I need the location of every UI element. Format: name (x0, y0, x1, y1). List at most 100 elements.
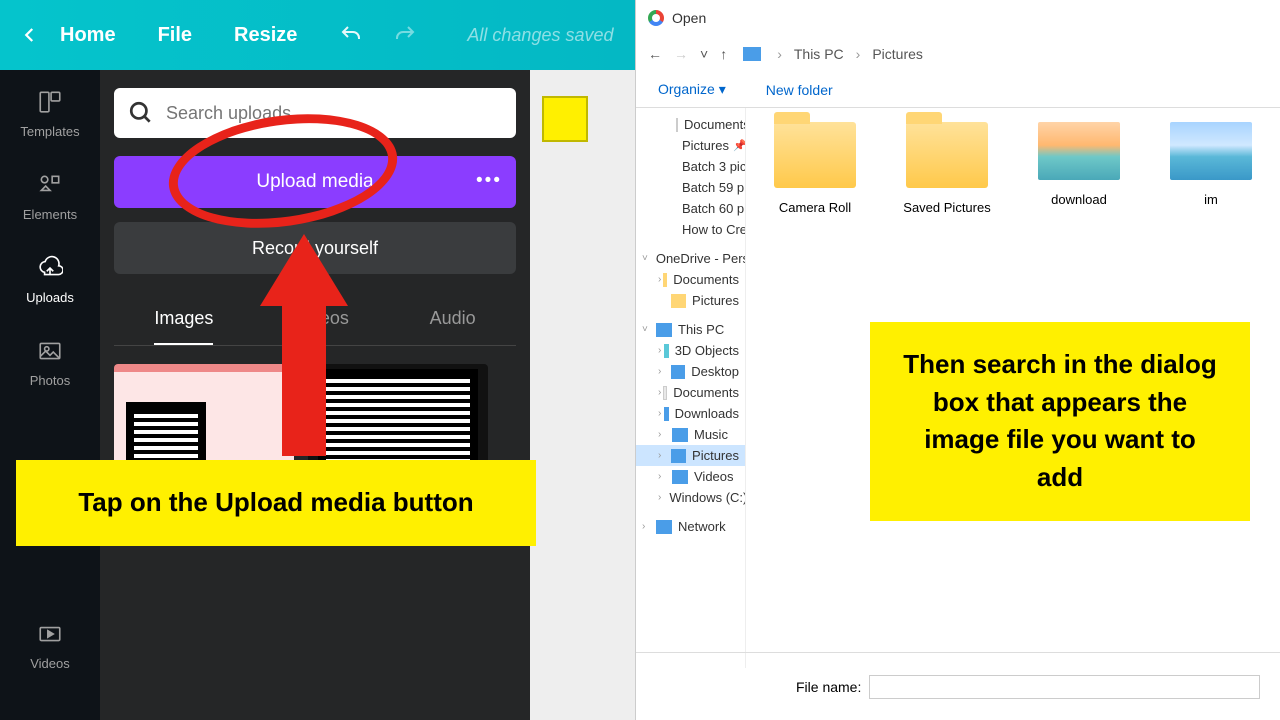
videos-icon (36, 620, 64, 648)
chrome-icon (648, 10, 664, 26)
upload-label: Upload media (256, 171, 373, 193)
rail-templates[interactable]: Templates (20, 88, 79, 139)
pin-icon: 📌 (733, 139, 746, 152)
uploads-icon (36, 254, 64, 282)
tree-batch3[interactable]: Batch 3 pics (636, 156, 745, 177)
chevron-right-icon[interactable]: › (658, 274, 661, 285)
music-icon (672, 428, 688, 442)
image-thumbnail (1038, 122, 1120, 180)
folder-cameraroll[interactable]: Camera Roll (760, 122, 870, 215)
tree-thispc[interactable]: ˅This PC (636, 319, 745, 340)
file-download[interactable]: download (1024, 122, 1134, 207)
rail-photos[interactable]: Photos (30, 337, 70, 388)
tree-batch59[interactable]: Batch 59 pics (636, 177, 745, 198)
file-menu[interactable]: File (158, 24, 192, 47)
resize-menu[interactable]: Resize (234, 24, 297, 47)
tab-images[interactable]: Images (154, 294, 213, 345)
home-link[interactable]: Home (60, 24, 116, 47)
rail-label: Uploads (26, 290, 74, 305)
tree-videos[interactable]: ›Videos (636, 466, 745, 487)
chevron-right-icon[interactable]: › (658, 450, 669, 461)
chevron-down-icon[interactable]: ˅ (642, 324, 654, 335)
folder-icon (671, 294, 686, 308)
tree-howto[interactable]: How to Create a (636, 219, 745, 240)
chevron-right-icon[interactable]: › (658, 408, 662, 419)
new-folder-button[interactable]: New folder (766, 82, 833, 98)
main-area: Templates Elements Uploads Photos Videos (0, 70, 635, 720)
tab-audio[interactable]: Audio (430, 294, 476, 345)
dialog-nav: ← → ˅ ↑ › This PC › Pictures (636, 36, 1280, 72)
dialog-titlebar: Open (636, 0, 1280, 36)
save-status: All changes saved (467, 25, 613, 46)
tree-network[interactable]: ›Network (636, 516, 745, 537)
chevron-right-icon[interactable]: › (642, 521, 654, 532)
image-thumbnail (1170, 122, 1252, 180)
rail-label: Templates (20, 124, 79, 139)
breadcrumb-sep: › (777, 46, 782, 62)
organize-button[interactable]: Organize ▾ (658, 81, 726, 98)
tree-downloads[interactable]: ›Downloads (636, 403, 745, 424)
tree-pc-pictures[interactable]: ›Pictures (636, 445, 745, 466)
tree-desktop[interactable]: ›Desktop (636, 361, 745, 382)
tree-batch60[interactable]: Batch 60 pics (636, 198, 745, 219)
pictures-icon (671, 449, 686, 463)
document-icon (663, 386, 667, 400)
chevron-right-icon[interactable]: › (658, 471, 670, 482)
item-label: im (1204, 192, 1218, 207)
upload-media-button[interactable]: Upload media ••• (114, 156, 516, 208)
dialog-footer: File name: (636, 652, 1280, 720)
tree-od-docs[interactable]: ›Documents (636, 269, 745, 290)
item-label: Camera Roll (779, 200, 851, 215)
dialog-title: Open (672, 10, 706, 26)
filename-label: File name: (796, 679, 861, 695)
rail-elements[interactable]: Elements (23, 171, 77, 222)
record-label: Record yourself (252, 238, 378, 259)
tree-music[interactable]: ›Music (636, 424, 745, 445)
canva-app: Home File Resize All changes saved Templ… (0, 0, 635, 720)
search-input[interactable] (166, 103, 398, 124)
chevron-down-icon[interactable]: ˅ (642, 253, 648, 264)
tree-documents[interactable]: Documents📌 (636, 114, 745, 135)
chevron-down-icon: ▾ (719, 81, 726, 97)
breadcrumb-thispc[interactable]: This PC (794, 46, 844, 62)
document-icon (676, 118, 678, 132)
uploads-panel: Upload media ••• Record yourself Images … (100, 70, 530, 720)
more-dots-icon[interactable]: ••• (476, 170, 502, 192)
tree-onedrive[interactable]: ˅OneDrive - Person (636, 248, 745, 269)
dialog-toolbar: Organize ▾ New folder (636, 72, 1280, 108)
tree-drive[interactable]: ›Windows (C:) (636, 487, 745, 508)
filename-input[interactable] (869, 675, 1260, 699)
tree-pictures[interactable]: Pictures📌 (636, 135, 745, 156)
search-box[interactable] (114, 88, 516, 138)
canvas-area[interactable] (530, 70, 635, 720)
chevron-right-icon[interactable]: › (658, 429, 670, 440)
canvas-shape[interactable] (542, 96, 588, 142)
folder-savedpictures[interactable]: Saved Pictures (892, 122, 1002, 215)
file-im[interactable]: im (1156, 122, 1266, 207)
videos-icon (672, 470, 688, 484)
tree-pc-docs[interactable]: ›Documents (636, 382, 745, 403)
nav-back-icon[interactable]: ← (648, 46, 662, 62)
rail-videos[interactable]: Videos (30, 620, 70, 671)
photos-icon (36, 337, 64, 365)
network-icon (656, 520, 672, 534)
chevron-right-icon[interactable]: › (658, 387, 661, 398)
pc-icon (743, 47, 761, 61)
tree-3dobjects[interactable]: ›3D Objects (636, 340, 745, 361)
record-yourself-button[interactable]: Record yourself (114, 222, 516, 274)
nav-up-icon[interactable]: ↑ (720, 46, 727, 62)
nav-recent-icon[interactable]: ˅ (700, 46, 708, 62)
left-rail: Templates Elements Uploads Photos Videos (0, 70, 100, 720)
chevron-right-icon[interactable]: › (658, 492, 661, 503)
redo-icon[interactable] (393, 23, 417, 47)
undo-icon[interactable] (339, 23, 363, 47)
tab-videos[interactable]: Videos (294, 294, 349, 345)
breadcrumb-pictures[interactable]: Pictures (872, 46, 923, 62)
tree-od-pics[interactable]: Pictures (636, 290, 745, 311)
back-arrow-icon[interactable] (18, 23, 42, 47)
chevron-right-icon[interactable]: › (658, 366, 669, 377)
rail-uploads[interactable]: Uploads (26, 254, 74, 305)
annotation-text-2: Then search in the dialog box that appea… (870, 322, 1250, 521)
chevron-right-icon[interactable]: › (658, 345, 662, 356)
nav-forward-icon[interactable]: → (674, 46, 688, 62)
